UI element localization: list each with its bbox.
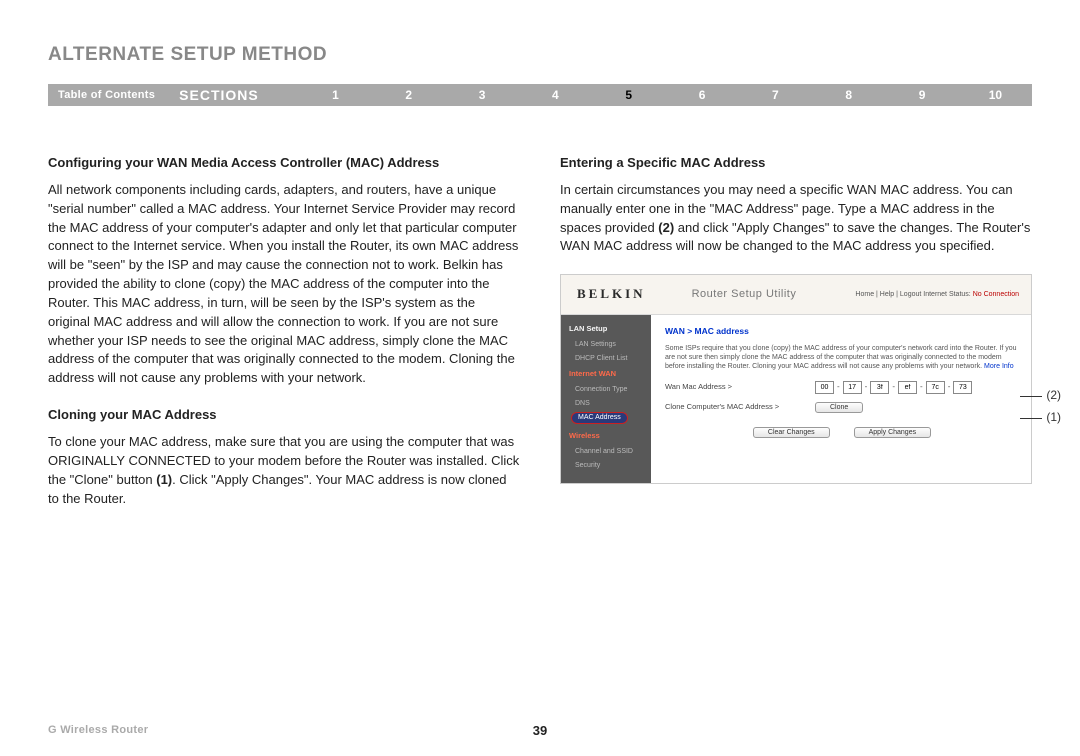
section-4[interactable]: 4	[519, 88, 592, 102]
mac-octet-1[interactable]	[815, 381, 834, 394]
right-column: Entering a Specific MAC Address In certa…	[560, 154, 1032, 526]
footer-product-name: G Wireless Router	[48, 724, 148, 736]
sidebar-heading-internet-wan: Internet WAN	[561, 366, 651, 383]
paragraph-cloning-mac: To clone your MAC address, make sure tha…	[48, 433, 520, 508]
more-info-link[interactable]: More Info	[984, 363, 1014, 370]
breadcrumb: WAN > MAC address	[665, 325, 1019, 337]
section-1[interactable]: 1	[299, 88, 372, 102]
sidebar-heading-lan: LAN Setup	[561, 321, 651, 338]
clone-button[interactable]: Clone	[815, 402, 863, 413]
sidebar-item-channel-ssid[interactable]: Channel and SSID	[561, 445, 651, 459]
left-column: Configuring your WAN Media Access Contro…	[48, 154, 520, 526]
utility-top-links[interactable]: Home | Help | Logout Internet Status: No…	[855, 290, 1031, 300]
sidebar-heading-wireless: Wireless	[561, 428, 651, 445]
sidebar-item-dhcp[interactable]: DHCP Client List	[561, 352, 651, 366]
page-number: 39	[533, 723, 547, 738]
sections-label: SECTIONS	[179, 87, 259, 103]
page-title: ALTERNATE SETUP METHOD	[48, 44, 1032, 66]
router-utility-screenshot: BELKIN Router Setup Utility Home | Help …	[560, 274, 1032, 484]
mac-octet-4[interactable]	[898, 381, 917, 394]
section-3[interactable]: 3	[445, 88, 518, 102]
sidebar-item-dns[interactable]: DNS	[561, 397, 651, 411]
description-text: Some ISPs require that you clone (copy) …	[665, 344, 1019, 371]
internet-status: No Connection	[973, 291, 1019, 298]
belkin-logo: BELKIN	[561, 285, 662, 304]
page-footer: G Wireless Router 39	[48, 724, 1032, 736]
section-2[interactable]: 2	[372, 88, 445, 102]
utility-content: WAN > MAC address Some ISPs require that…	[651, 315, 1031, 483]
sidebar-item-mac-address[interactable]: MAC Address	[571, 412, 628, 424]
mac-octet-2[interactable]	[843, 381, 862, 394]
paragraph-entering-mac: In certain circumstances you may need a …	[560, 181, 1032, 256]
utility-header: BELKIN Router Setup Utility Home | Help …	[561, 275, 1031, 315]
section-10[interactable]: 10	[959, 88, 1032, 102]
clone-mac-row: Clone Computer's MAC Address > Clone	[665, 402, 1019, 413]
utility-title: Router Setup Utility	[662, 287, 856, 303]
mac-address-inputs: - - - - -	[815, 381, 972, 394]
heading-cloning-mac: Cloning your MAC Address	[48, 406, 520, 425]
callout-1: (1)	[1020, 409, 1061, 426]
wan-mac-row: Wan Mac Address > - - - - -	[665, 381, 1019, 394]
utility-sidebar: LAN Setup LAN Settings DHCP Client List …	[561, 315, 651, 483]
section-8[interactable]: 8	[812, 88, 885, 102]
section-navbar: Table of Contents SECTIONS 1 2 3 4 5 6 7…	[48, 84, 1032, 106]
mac-octet-6[interactable]	[953, 381, 972, 394]
mac-octet-5[interactable]	[926, 381, 945, 394]
section-6[interactable]: 6	[665, 88, 738, 102]
section-5[interactable]: 5	[592, 88, 665, 102]
sidebar-item-connection-type[interactable]: Connection Type	[561, 383, 651, 397]
sidebar-item-security[interactable]: Security	[561, 459, 651, 473]
clear-changes-button[interactable]: Clear Changes	[753, 427, 830, 438]
section-7[interactable]: 7	[739, 88, 812, 102]
wan-mac-label: Wan Mac Address >	[665, 382, 815, 393]
heading-configuring-wan-mac: Configuring your WAN Media Access Contro…	[48, 154, 520, 173]
apply-changes-button[interactable]: Apply Changes	[854, 427, 931, 438]
table-of-contents-link[interactable]: Table of Contents	[58, 89, 155, 101]
paragraph-configuring-wan-mac: All network components including cards, …	[48, 181, 520, 388]
section-9[interactable]: 9	[885, 88, 958, 102]
mac-octet-3[interactable]	[870, 381, 889, 394]
callout-2: (2)	[1020, 387, 1061, 404]
clone-mac-label: Clone Computer's MAC Address >	[665, 402, 815, 413]
heading-entering-mac: Entering a Specific MAC Address	[560, 154, 1032, 173]
sidebar-item-lan-settings[interactable]: LAN Settings	[561, 338, 651, 352]
